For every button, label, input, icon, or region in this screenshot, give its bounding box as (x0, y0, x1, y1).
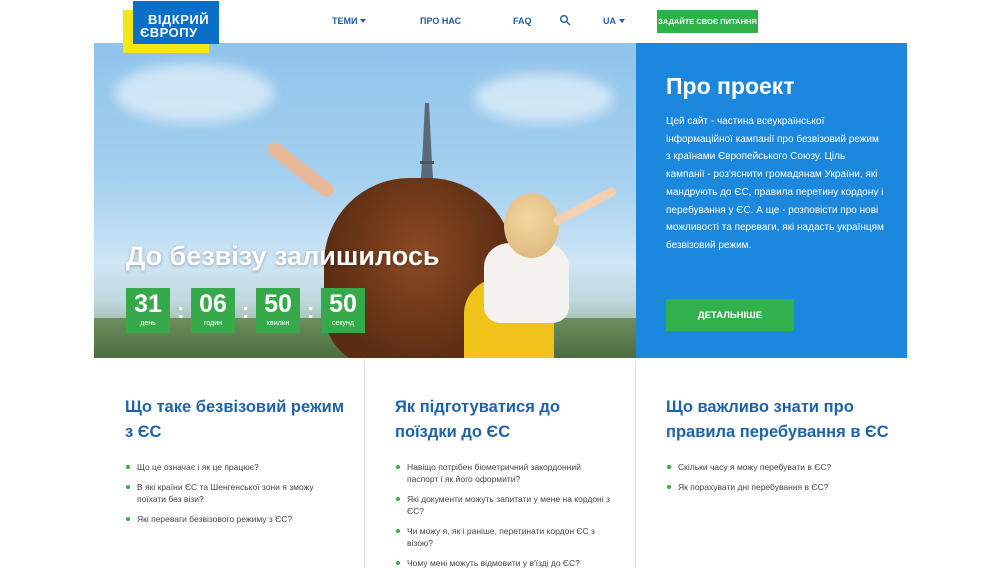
question-link[interactable]: Чому мені можуть відмовити у в'їзді до Є… (395, 557, 610, 568)
logo-line-2: ЄВРОПУ (140, 25, 198, 40)
question-list: Скільки часу я можу перебувати в ЄС? Як … (666, 461, 881, 501)
hero-cloud (114, 63, 274, 123)
column-title[interactable]: Що важливо знати про правила перебування… (666, 395, 896, 445)
countdown-separator: : (307, 298, 315, 323)
nav-about-link[interactable]: ПРО НАС (420, 16, 461, 26)
details-button[interactable]: ДЕТАЛЬНІШЕ (666, 299, 794, 331)
countdown-minutes-value: 50 (264, 290, 292, 318)
ask-question-button[interactable]: ЗАДАЙТЕ СВОЄ ПИТАННЯ (657, 10, 758, 33)
countdown-days-label: день (140, 320, 156, 327)
countdown-hours: 06 годин (191, 288, 235, 333)
question-link[interactable]: Які переваги безвізового режиму з ЄС? (125, 513, 330, 525)
about-description: Цей сайт - частина всеукраїнської інформ… (666, 116, 884, 251)
nav-themes-dropdown[interactable]: ТЕМИ (332, 16, 367, 26)
countdown-hours-label: годин (204, 320, 222, 327)
nav-faq-link[interactable]: FAQ (513, 16, 532, 26)
question-list: Навіщо потрібен біометричний закордонний… (395, 461, 610, 568)
search-icon[interactable] (559, 13, 571, 26)
info-column-trip-preparation: Як підготуватися до поїздки до ЄС Навіщо… (365, 359, 635, 568)
hero-cloud (474, 73, 614, 123)
countdown-seconds-value: 50 (329, 290, 357, 318)
question-link[interactable]: Що це означає і як це працює? (125, 461, 330, 473)
hero-image-section: До безвізу залишилось 31 день : 06 годин… (94, 43, 636, 358)
hero-woman-arm (264, 139, 337, 200)
hero-child-arm (551, 185, 618, 227)
info-column-stay-rules: Що важливо знати про правила перебування… (636, 359, 907, 568)
question-link[interactable]: Скільки часу я можу перебувати в ЄС? (666, 461, 881, 473)
countdown-title: До безвізу залишилось (126, 241, 440, 271)
top-navigation: ВІДКРИЙ ЄВРОПУ ТЕМИ ПРО НАС FAQ UA ЗАДАЙ… (0, 0, 1000, 53)
countdown-separator: : (242, 298, 250, 323)
chevron-down-icon (360, 19, 367, 23)
column-title[interactable]: Як підготуватися до поїздки до ЄС (395, 395, 595, 445)
chevron-down-icon (619, 19, 625, 23)
question-list: Що це означає і як це працює? В які краї… (125, 461, 330, 533)
countdown-separator: : (177, 298, 185, 323)
countdown-minutes-label: хвилин (266, 320, 290, 327)
logo-text: ВІДКРИЙ ЄВРОПУ (140, 13, 216, 39)
question-link[interactable]: Які документи можуть запитати у мене на … (395, 493, 610, 517)
countdown-minutes: 50 хвилин (256, 288, 300, 333)
about-project-panel: Про проект Цей сайт - частина всеукраїнс… (636, 43, 907, 358)
countdown-days-value: 31 (134, 290, 162, 318)
countdown-days: 31 день (126, 288, 170, 333)
language-selector[interactable]: UA (603, 16, 625, 26)
info-column-visa-free: Що таке безвізовий режим з ЄС Що це озна… (94, 359, 364, 568)
column-title[interactable]: Що таке безвізовий режим з ЄС (125, 395, 355, 445)
question-link[interactable]: Як порахувати дні перебування в ЄС? (666, 481, 881, 493)
countdown-seconds-label: секунд (332, 320, 354, 327)
site-logo[interactable]: ВІДКРИЙ ЄВРОПУ (123, 1, 219, 53)
nav-themes-label: ТЕМИ (332, 16, 358, 26)
language-label: UA (603, 16, 616, 26)
question-link[interactable]: Чи можу я, як і раніше, перетинати кордо… (395, 525, 610, 549)
countdown-seconds: 50 секунд (321, 288, 365, 333)
about-title: Про проект (666, 73, 795, 99)
hero-child-head (504, 193, 559, 258)
question-link[interactable]: В які країни ЄС та Шенгенської зони я зм… (125, 481, 330, 505)
question-link[interactable]: Навіщо потрібен біометричний закордонний… (395, 461, 610, 485)
countdown-hours-value: 06 (199, 290, 227, 318)
